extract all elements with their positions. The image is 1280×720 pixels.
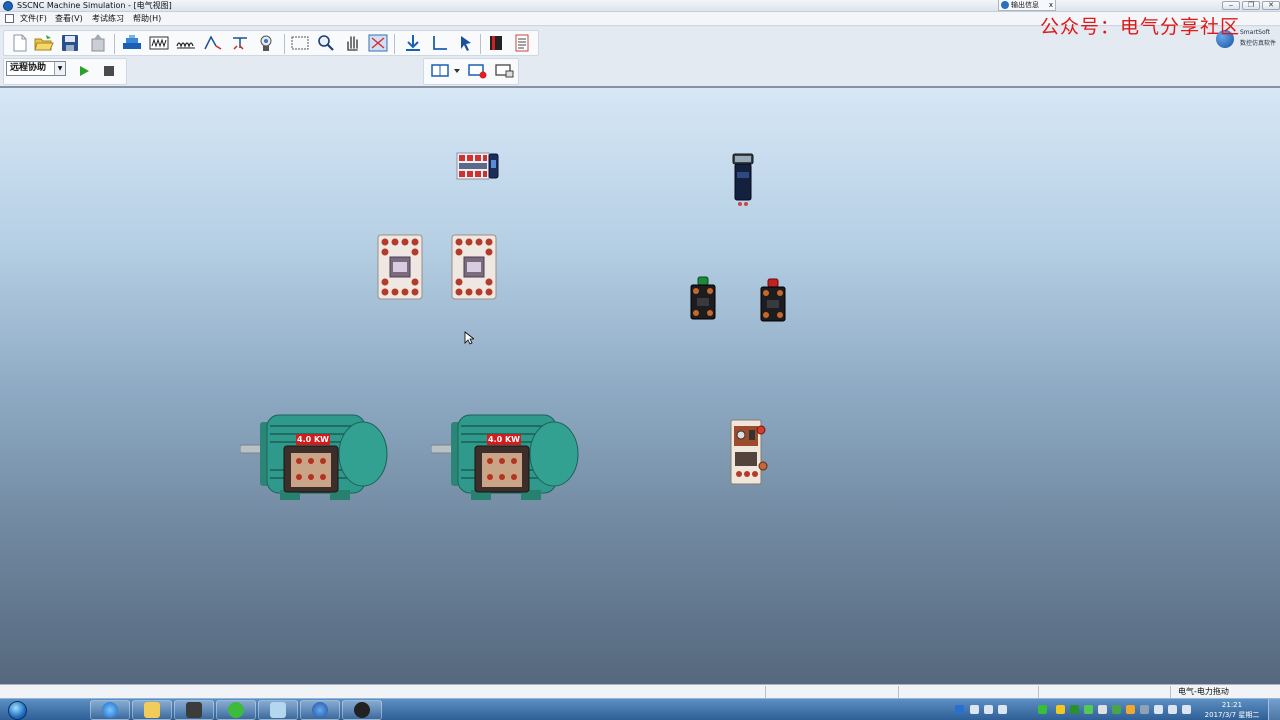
system-tray bbox=[950, 700, 1200, 720]
contactor-1[interactable] bbox=[377, 234, 423, 303]
resistor-icon[interactable] bbox=[148, 32, 170, 54]
brand-name: SmartSoft bbox=[1240, 29, 1270, 36]
pilot-lamp[interactable] bbox=[731, 152, 755, 211]
clock-time: 21:21 bbox=[1221, 701, 1243, 709]
tray-app-icon[interactable] bbox=[1140, 705, 1149, 714]
maximize-button[interactable]: ❐ bbox=[1242, 1, 1260, 10]
start-button[interactable] bbox=[4, 699, 30, 720]
volume-icon[interactable] bbox=[1182, 705, 1191, 714]
thermal-relay[interactable] bbox=[729, 418, 769, 491]
mouse-cursor-icon bbox=[464, 331, 476, 348]
output-info-tab[interactable]: 输出信息 x bbox=[998, 0, 1056, 11]
minimize-button[interactable]: ‒ bbox=[1222, 1, 1240, 10]
mode-select-value: 远程协助 bbox=[10, 63, 47, 73]
battery-icon[interactable] bbox=[1038, 705, 1047, 714]
select-rectangle-icon[interactable] bbox=[289, 32, 311, 54]
save-icon[interactable] bbox=[59, 32, 81, 54]
output-tab-label: 输出信息 bbox=[1011, 1, 1039, 9]
ie-icon[interactable] bbox=[90, 700, 130, 720]
network-icon[interactable] bbox=[1154, 705, 1163, 714]
document-icon bbox=[5, 14, 14, 23]
clock[interactable]: 21:21 2017/3/7 星期二 bbox=[1204, 699, 1260, 720]
app-icon bbox=[3, 1, 13, 11]
output-tab-icon bbox=[1001, 1, 1009, 9]
book-icon[interactable] bbox=[485, 32, 507, 54]
main-toolbar bbox=[3, 30, 539, 56]
download-icon[interactable] bbox=[402, 32, 424, 54]
motor-2-rating: 4.0 KW bbox=[487, 434, 521, 445]
close-button[interactable]: ✕ bbox=[1262, 1, 1280, 10]
view-record-icon[interactable] bbox=[467, 60, 489, 82]
push-button-stop[interactable] bbox=[759, 278, 787, 325]
title-bar: SSCNC Machine Simulation - [电气视图] ‒ ❐ ✕ bbox=[0, 0, 1280, 12]
menu-help[interactable]: 帮助(H) bbox=[133, 12, 161, 26]
show-desktop-button[interactable] bbox=[1268, 699, 1280, 720]
windows-icon bbox=[7, 700, 27, 720]
motor-1[interactable] bbox=[239, 410, 390, 507]
new-file-icon[interactable] bbox=[9, 32, 31, 54]
watermark-text: 公众号：电气分享社区 bbox=[1040, 16, 1241, 38]
share-icon[interactable] bbox=[998, 705, 1007, 714]
view-layout-icon[interactable] bbox=[429, 60, 451, 82]
component-library-icon[interactable] bbox=[121, 32, 143, 54]
view-dropdown-icon[interactable] bbox=[451, 60, 463, 82]
menu-exam[interactable]: 考试练习 bbox=[92, 12, 124, 26]
measure-icon[interactable] bbox=[229, 32, 251, 54]
coil-icon[interactable] bbox=[175, 32, 197, 54]
wechat-icon[interactable] bbox=[216, 700, 256, 720]
pointer-icon[interactable] bbox=[455, 32, 477, 54]
push-button-start[interactable] bbox=[689, 276, 717, 325]
status-text: 电气-电力拖动 bbox=[1178, 687, 1229, 696]
probe-icon[interactable] bbox=[255, 32, 277, 54]
fit-view-icon[interactable] bbox=[367, 32, 389, 54]
export-icon[interactable] bbox=[87, 32, 109, 54]
taskbar: 21:21 2017/3/7 星期二 bbox=[0, 698, 1280, 720]
tray-app-icon[interactable] bbox=[1126, 705, 1135, 714]
folder-icon[interactable] bbox=[132, 700, 172, 720]
tray-app-icon[interactable] bbox=[1056, 705, 1065, 714]
baidu-icon[interactable] bbox=[955, 705, 964, 714]
contactor-2[interactable] bbox=[451, 234, 497, 303]
view-window-icon[interactable] bbox=[494, 60, 516, 82]
sscnc-icon[interactable] bbox=[300, 700, 340, 720]
chevron-down-icon: ▼ bbox=[54, 62, 65, 75]
menu-file[interactable]: 文件(F) bbox=[20, 12, 47, 26]
media-icon[interactable] bbox=[174, 700, 214, 720]
run-icon[interactable] bbox=[73, 60, 95, 82]
flag-icon[interactable] bbox=[1168, 705, 1177, 714]
menu-view[interactable]: 查看(V) bbox=[55, 12, 83, 26]
flash-icon[interactable] bbox=[342, 700, 382, 720]
stop-icon[interactable] bbox=[98, 60, 120, 82]
tray-app-icon[interactable] bbox=[1112, 705, 1121, 714]
status-bar: 电气-电力拖动 bbox=[0, 684, 1280, 698]
tray-app-icon[interactable] bbox=[1098, 705, 1107, 714]
mode-select[interactable]: 远程协助 ▼ bbox=[6, 61, 66, 76]
motor-1-rating: 4.0 KW bbox=[296, 434, 330, 445]
list-icon[interactable] bbox=[511, 32, 533, 54]
open-folder-icon[interactable] bbox=[33, 32, 55, 54]
zoom-icon[interactable] bbox=[315, 32, 337, 54]
tray-wechat-icon[interactable] bbox=[1084, 705, 1093, 714]
brand-subtitle: 数控仿真软件 bbox=[1240, 40, 1277, 47]
notepad-icon[interactable] bbox=[258, 700, 298, 720]
circuit-breaker[interactable] bbox=[456, 152, 500, 183]
electrical-view-canvas[interactable] bbox=[0, 90, 1280, 684]
output-tab-close[interactable]: x bbox=[1049, 0, 1053, 10]
motor-2[interactable] bbox=[430, 410, 581, 507]
angle-icon[interactable] bbox=[429, 32, 451, 54]
tray-app-icon[interactable] bbox=[1070, 705, 1079, 714]
settings-icon[interactable] bbox=[984, 705, 993, 714]
pan-hand-icon[interactable] bbox=[341, 32, 363, 54]
wire-icon[interactable] bbox=[202, 32, 224, 54]
window-title: SSCNC Machine Simulation - [电气视图] bbox=[17, 1, 172, 10]
clock-date: 2017/3/7 星期二 bbox=[1204, 711, 1260, 719]
ime-icon[interactable] bbox=[970, 705, 979, 714]
